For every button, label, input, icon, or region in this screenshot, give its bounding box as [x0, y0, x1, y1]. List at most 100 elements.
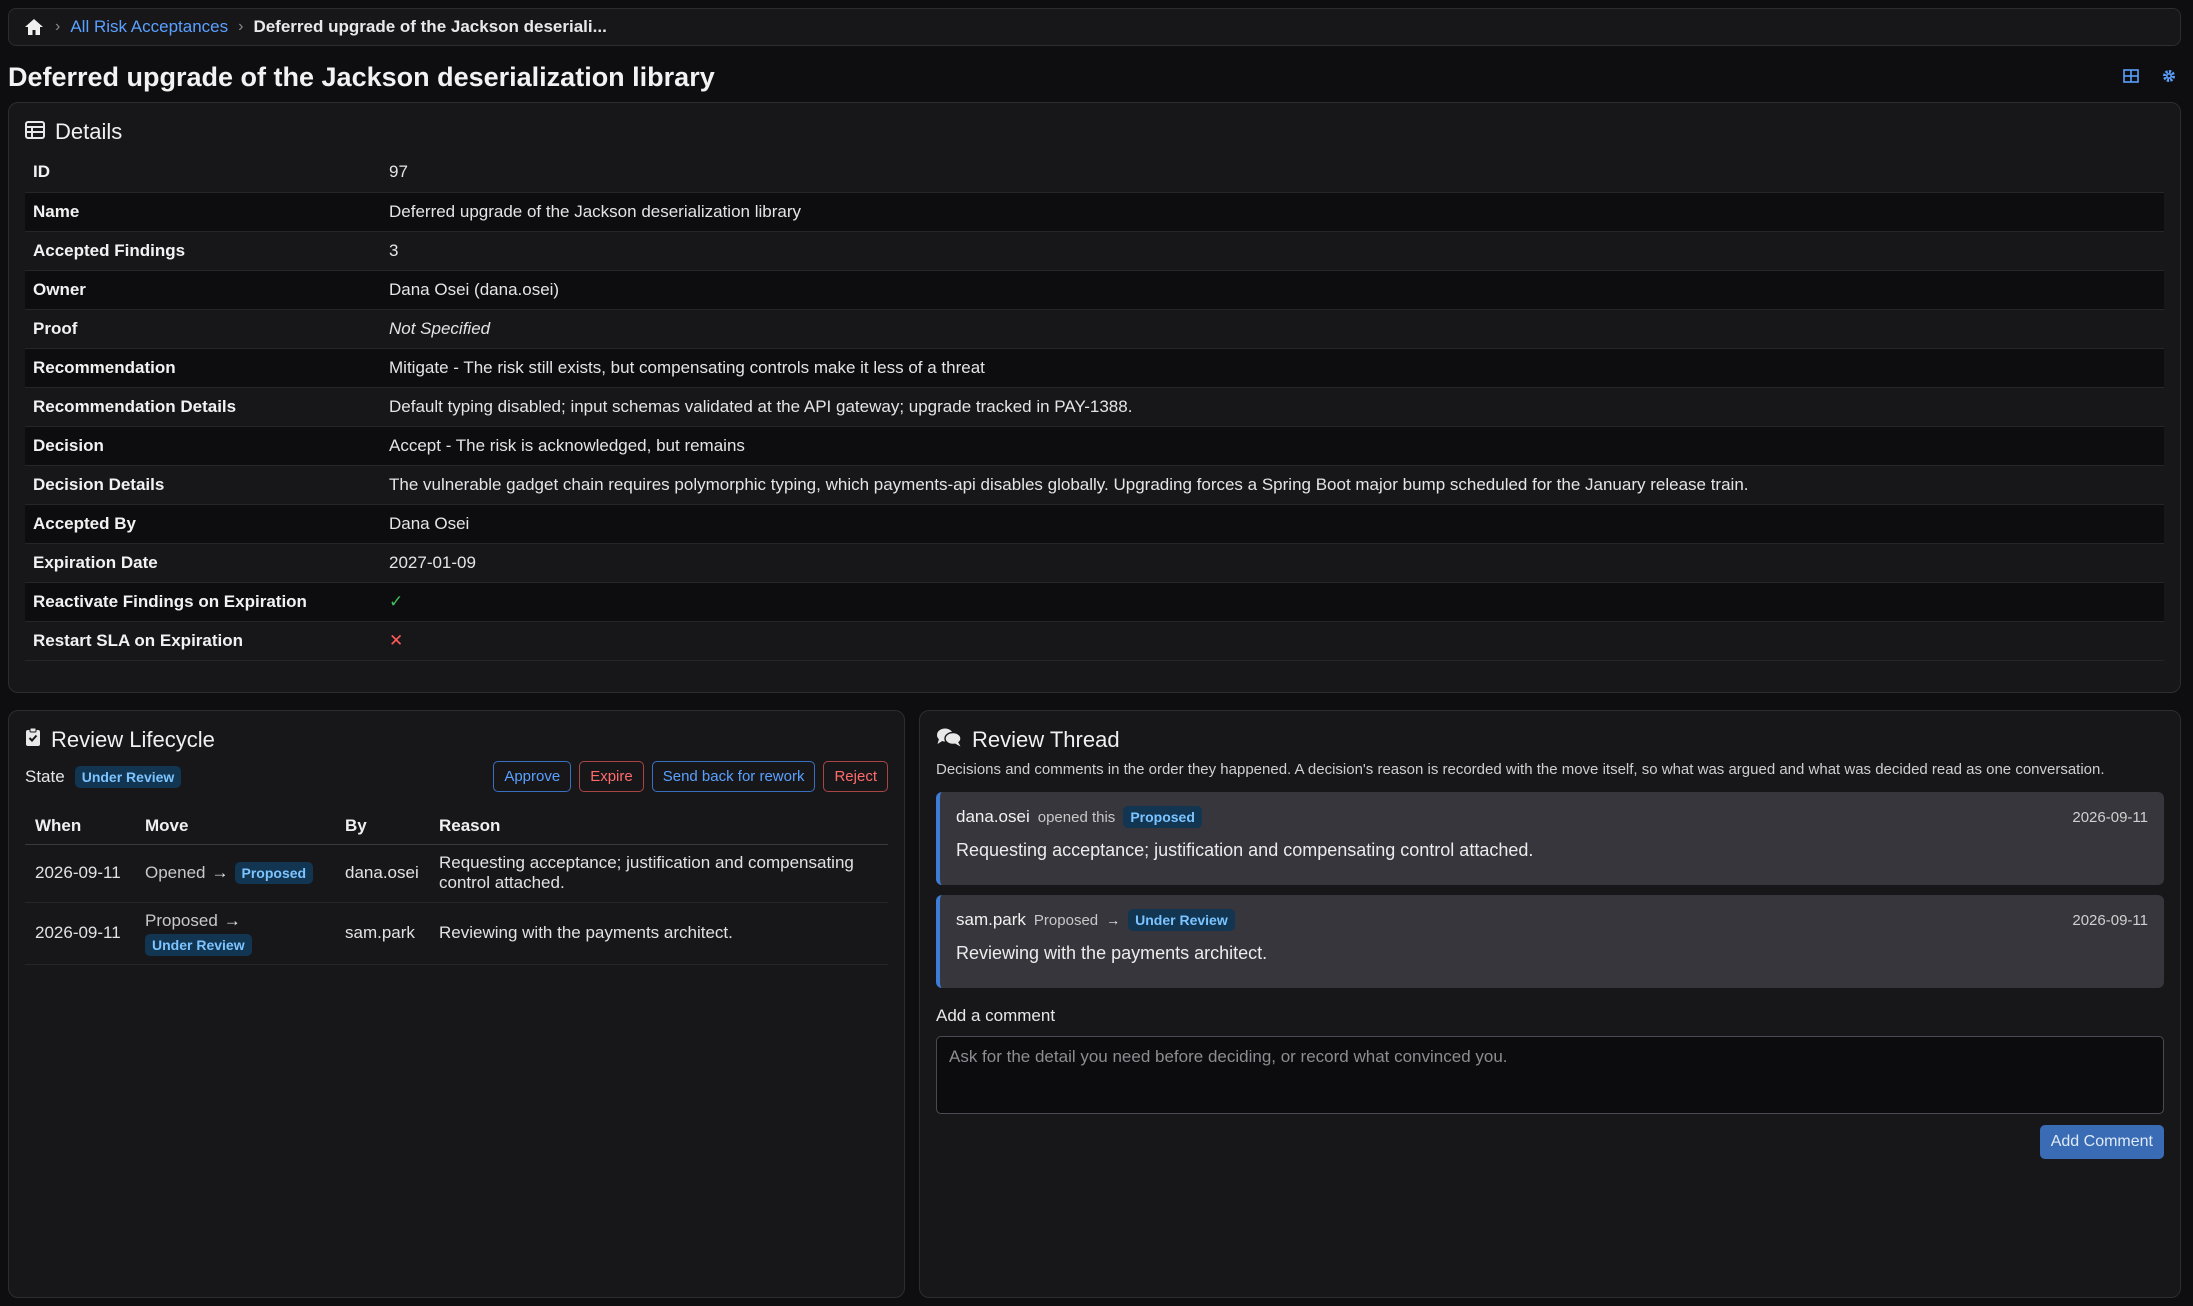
table-row: 2026-09-11 Proposed → Under Review sam.pa…	[25, 902, 888, 966]
page-title: Deferred upgrade of the Jackson deserial…	[8, 62, 715, 92]
state-label: State	[25, 766, 65, 786]
details-label: Expiration Date	[33, 552, 158, 572]
message-author[interactable]: dana.osei	[956, 807, 1030, 827]
details-row: Accepted By Dana Osei	[25, 504, 2164, 543]
details-label: Recommendation	[33, 357, 176, 377]
chevron-right-icon: ›	[55, 18, 61, 35]
details-value: Dana Osei (dana.osei)	[389, 279, 560, 299]
message-date: 2026-09-11	[2072, 911, 2148, 929]
details-label: Recommendation Details	[33, 396, 237, 416]
cell-when: 2026-09-11	[25, 902, 135, 966]
lifecycle-actions: Approve Expire Send back for rework Reje…	[493, 761, 888, 792]
details-row: Recommendation Mitigate - The risk still …	[25, 348, 2164, 387]
details-row: Accepted Findings 3	[25, 231, 2164, 270]
cell-by: sam.park	[335, 902, 429, 966]
move-to-badge: Under Review	[145, 934, 252, 957]
reject-button[interactable]: Reject	[823, 761, 888, 792]
thread-title: Review Thread	[972, 727, 1120, 752]
message-author[interactable]: sam.park	[956, 910, 1026, 930]
move-from: Opened	[145, 863, 206, 883]
state-badge: Under Review	[74, 765, 182, 788]
thread-message: dana.osei opened this Proposed 2026-09-1…	[936, 792, 2164, 885]
thread-message: sam.park Proposed → Under Review 2026-09…	[936, 895, 2164, 988]
details-table: ID 97 Name Deferred upgrade of the Jackson …	[25, 153, 2164, 661]
thread-description: Decisions and comments in the order they…	[936, 761, 2105, 778]
details-row: ID 97	[25, 153, 2164, 192]
grid-icon[interactable]	[2121, 66, 2141, 86]
cell-reason: Requesting acceptance; justification and…	[429, 844, 888, 903]
details-label: Proof	[33, 318, 78, 338]
title-toolbar	[2121, 66, 2179, 86]
details-label: Accepted By	[33, 513, 136, 533]
details-value: 2027-01-09	[389, 552, 476, 572]
review-lifecycle-card: Review Lifecycle State Under Review Appr…	[8, 710, 905, 1298]
details-row: Restart SLA on Expiration ✕	[25, 621, 2164, 660]
details-row: Recommendation Details Default typing dis…	[25, 387, 2164, 426]
review-thread-card: Review Thread Decisions and comments in …	[919, 710, 2181, 1298]
cell-by: dana.osei	[335, 844, 429, 903]
message-action: opened this	[1037, 808, 1116, 826]
column-header-when: When	[25, 808, 135, 845]
state-row: State Under Review Approve Expire Send b…	[25, 761, 888, 792]
message-body: Requesting acceptance; justification and…	[956, 840, 1534, 860]
details-label: Name	[33, 201, 80, 221]
comments-icon	[936, 727, 962, 753]
details-row: Proof Not Specified	[25, 309, 2164, 348]
details-label: Accepted Findings	[33, 240, 186, 260]
approve-button[interactable]: Approve	[493, 761, 572, 792]
details-value: Accept - The risk is acknowledged, but r…	[389, 435, 745, 455]
details-label: Reactivate Findings on Expiration	[33, 591, 307, 611]
details-value: 3	[389, 240, 399, 260]
details-label: ID	[33, 162, 50, 182]
details-value: Dana Osei	[389, 513, 470, 533]
details-row: Decision Details The vulnerable gadget ch…	[25, 465, 2164, 504]
details-card: Details ID 97 Name Deferred upgrade of the …	[8, 102, 2181, 693]
table-row: 2026-09-11 Opened → Proposed dana.osei Req…	[25, 844, 888, 903]
lifecycle-title: Review Lifecycle	[51, 727, 215, 752]
cell-reason: Reviewing with the payments architect.	[429, 902, 888, 966]
home-icon[interactable]	[23, 16, 45, 38]
chevron-right-icon: ›	[238, 18, 244, 35]
details-label: Restart SLA on Expiration	[33, 630, 244, 650]
arrow-right-icon: →	[1106, 912, 1121, 928]
gear-icon[interactable]	[2159, 66, 2179, 86]
cell-when: 2026-09-11	[25, 844, 135, 903]
clipboard-check-icon	[25, 727, 41, 753]
thread-header: Review Thread	[936, 727, 2164, 753]
details-row: Decision Accept - The risk is acknowledge…	[25, 426, 2164, 465]
lifecycle-header: Review Lifecycle	[25, 727, 888, 753]
table-icon	[25, 119, 45, 145]
column-header-move: Move	[135, 808, 335, 845]
add-comment-label: Add a comment	[936, 1006, 1056, 1025]
breadcrumb: › All Risk Acceptances › Deferred upgrad…	[8, 8, 2181, 46]
details-label: Decision Details	[33, 474, 165, 494]
details-label: Owner	[33, 279, 86, 299]
details-title: Details	[55, 119, 123, 144]
arrow-right-icon: →	[223, 910, 241, 930]
comment-input[interactable]	[936, 1036, 2164, 1114]
lifecycle-table: When Move By Reason 2026-09-11 Opened → Pr…	[25, 808, 888, 966]
details-value: Deferred upgrade of the Jackson deserial…	[389, 201, 802, 221]
details-header: Details	[25, 119, 2164, 145]
send-back-for-rework-button[interactable]: Send back for rework	[651, 761, 816, 792]
move-from: Proposed	[145, 910, 218, 930]
details-row: Expiration Date 2027-01-09	[25, 543, 2164, 582]
add-comment-button[interactable]: Add Comment	[2039, 1125, 2164, 1159]
move-to-badge: Proposed	[234, 862, 314, 885]
check-icon: ✓	[389, 591, 404, 611]
column-header-by: By	[335, 808, 429, 845]
breadcrumb-link-risk-acceptances[interactable]: All Risk Acceptances	[70, 17, 228, 37]
details-value: Default typing disabled; input schemas v…	[389, 396, 1133, 416]
expire-button[interactable]: Expire	[579, 761, 644, 792]
details-value: The vulnerable gadget chain requires pol…	[389, 474, 1749, 494]
cross-icon: ✕	[389, 630, 404, 650]
message-state-badge: Under Review	[1128, 909, 1235, 931]
details-row: Name Deferred upgrade of the Jackson dese…	[25, 192, 2164, 231]
message-state-badge: Proposed	[1123, 806, 1202, 828]
details-value: Not Specified	[389, 318, 491, 338]
arrow-right-icon: →	[211, 863, 229, 883]
details-row: Reactivate Findings on Expiration ✓	[25, 582, 2164, 621]
details-value: Mitigate - The risk still exists, but co…	[389, 357, 985, 377]
details-label: Decision	[33, 435, 104, 455]
details-row: Owner Dana Osei (dana.osei)	[25, 270, 2164, 309]
